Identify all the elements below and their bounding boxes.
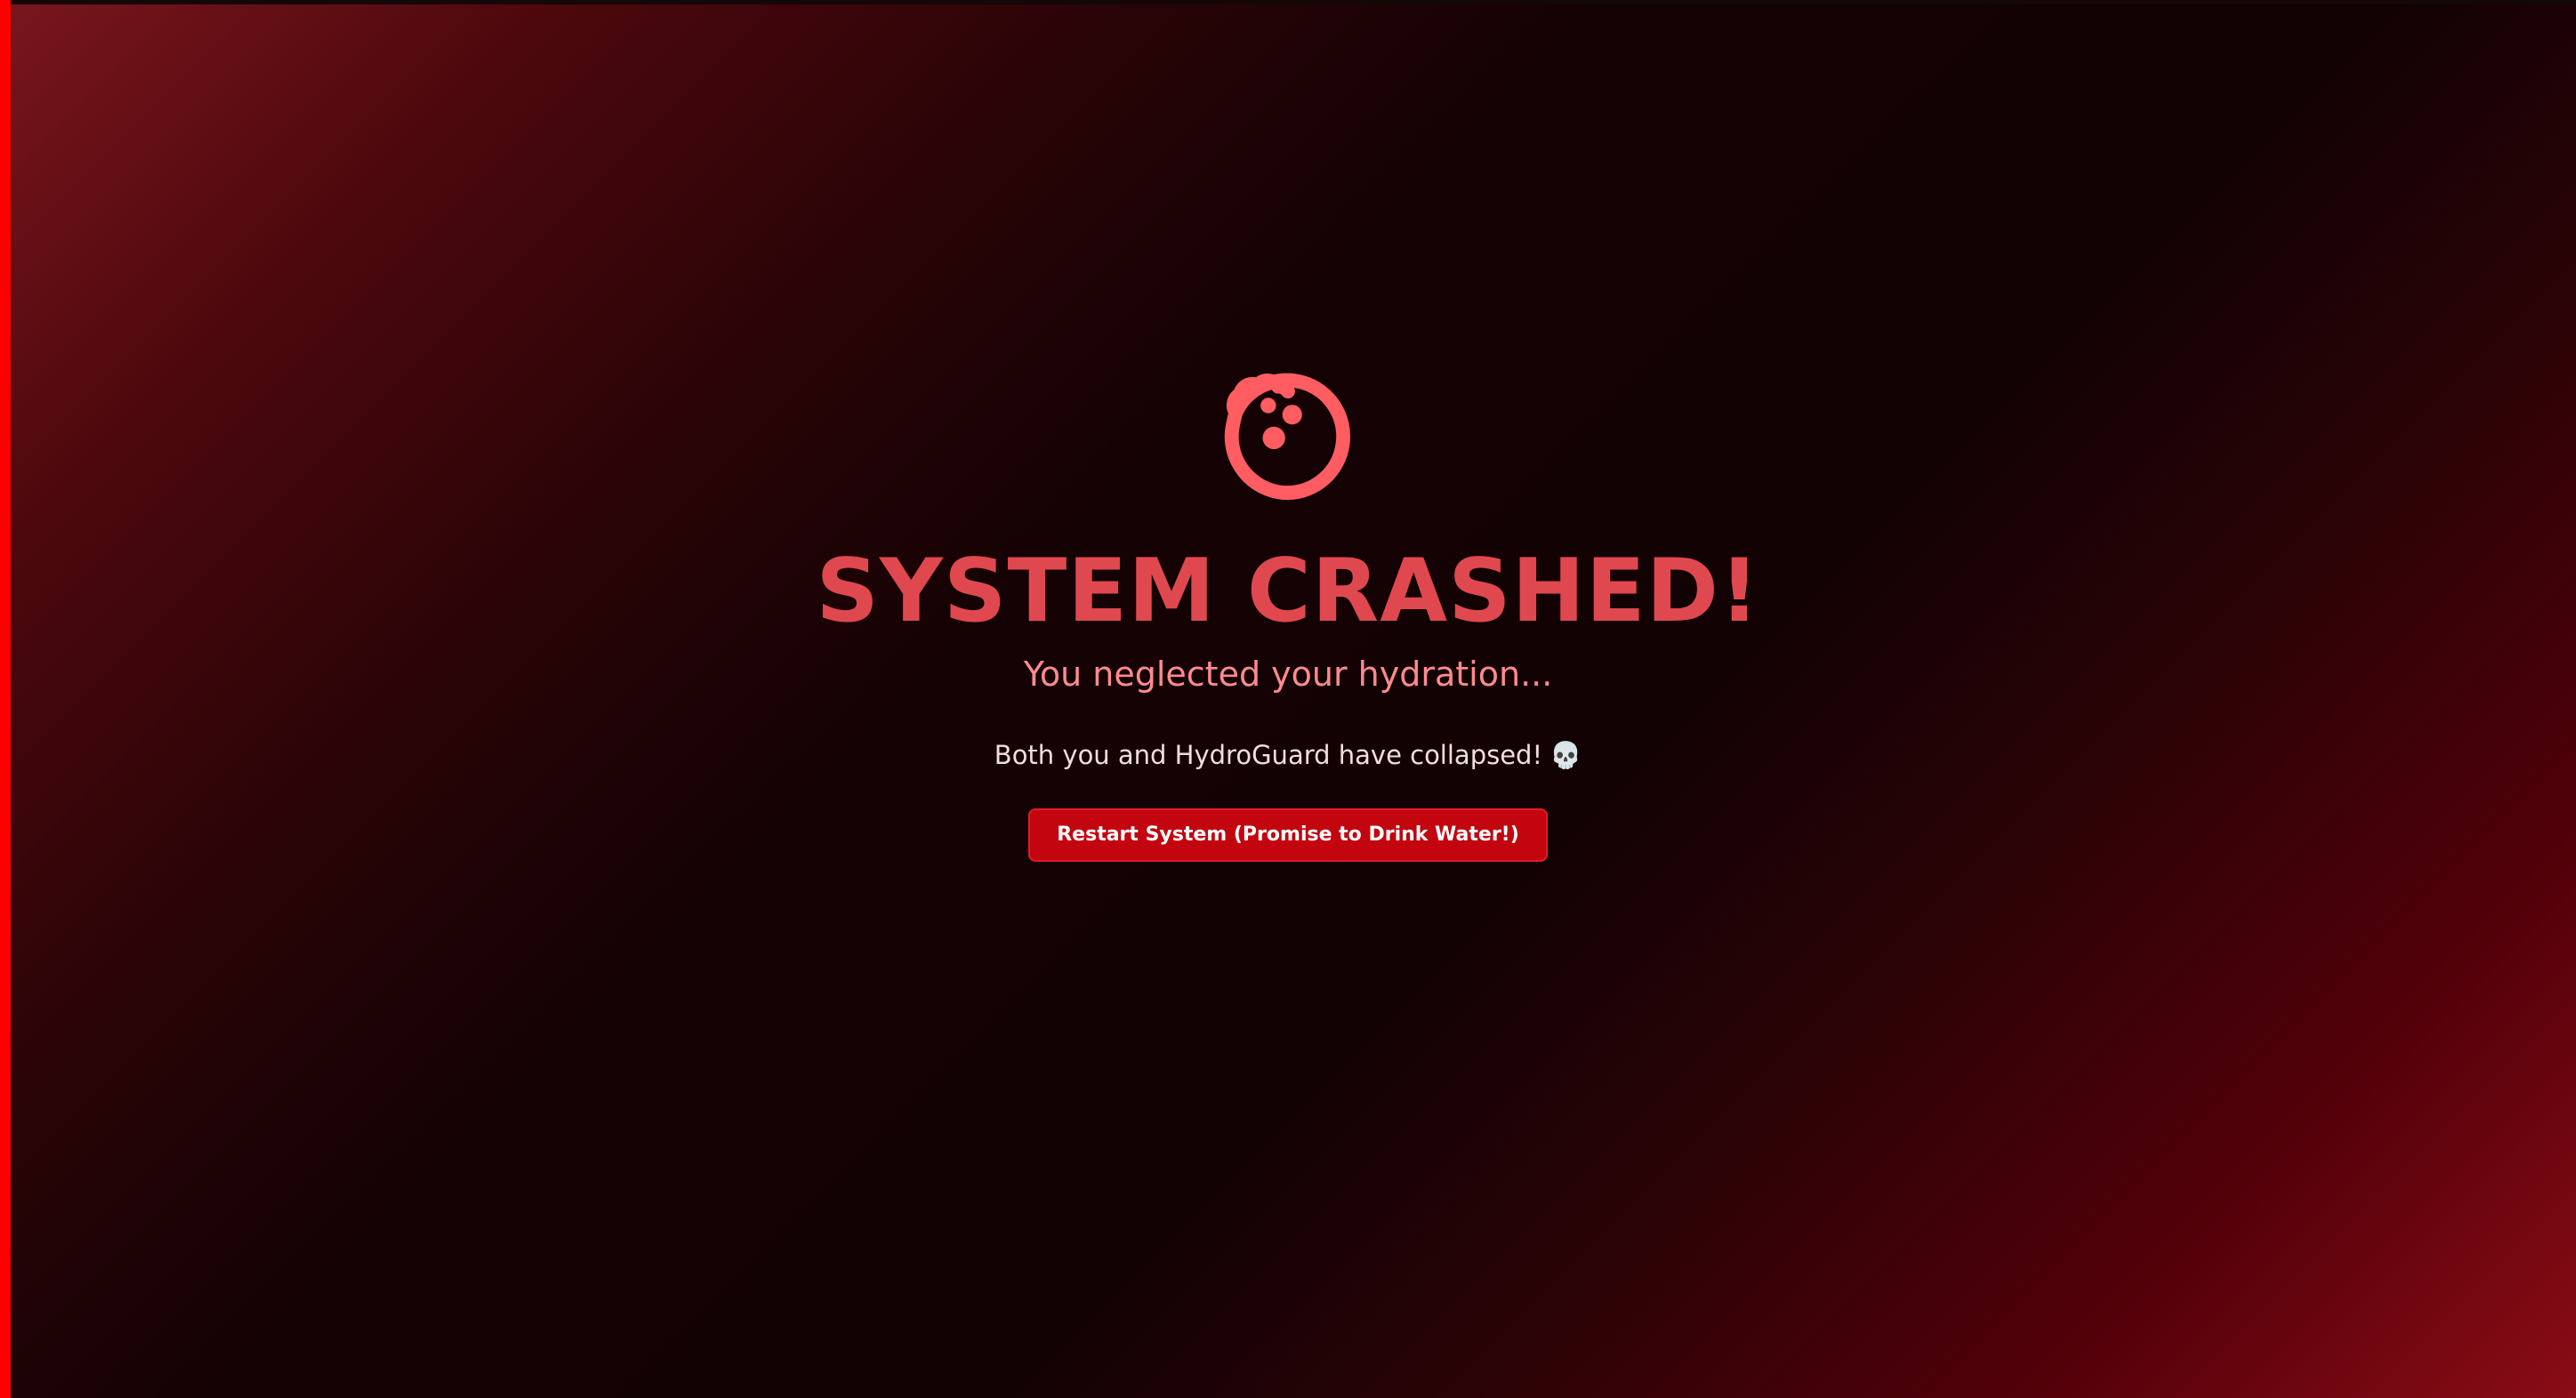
window-top-bar (0, 0, 2576, 4)
crash-screen: SYSTEM CRASHED! You neglected your hydra… (0, 338, 2576, 862)
skull-icon: 💀 (1550, 739, 1582, 770)
dizzy-face-icon (1224, 373, 1350, 501)
crash-message: Both you and HydroGuard have collapsed! (994, 739, 1543, 770)
crash-title: SYSTEM CRASHED! (816, 541, 1760, 642)
restart-system-button[interactable]: Restart System (Promise to Drink Water!) (1028, 807, 1548, 862)
crash-message-line: Both you and HydroGuard have collapsed! 💀 (0, 740, 2576, 771)
crash-subtitle: You neglected your hydration... (1023, 654, 1553, 694)
